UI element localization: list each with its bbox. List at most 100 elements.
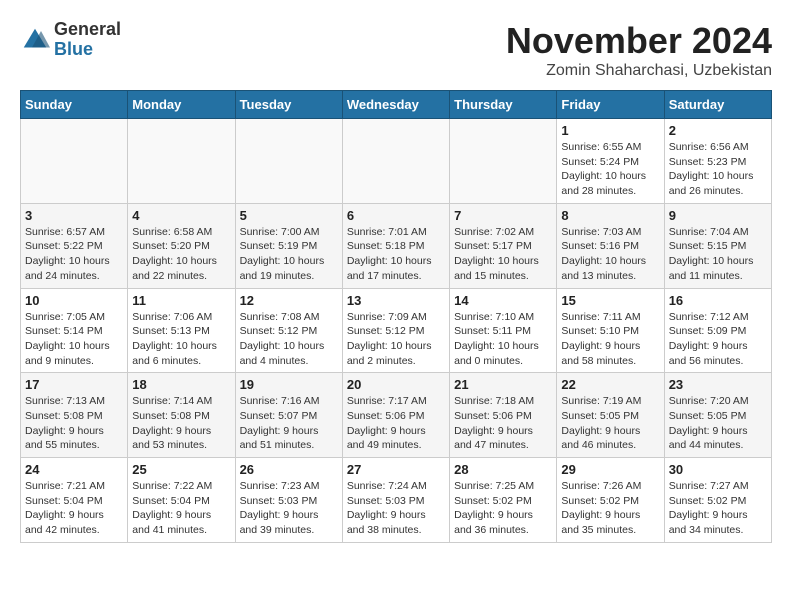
day-number: 2 <box>669 123 767 138</box>
day-info: Sunrise: 7:02 AM Sunset: 5:17 PM Dayligh… <box>454 225 552 284</box>
day-info: Sunrise: 7:20 AM Sunset: 5:05 PM Dayligh… <box>669 394 767 453</box>
calendar-cell: 18 Sunrise: 7:14 AM Sunset: 5:08 PM Dayli… <box>128 373 235 458</box>
calendar-week-row: 3Sunrise: 6:57 AM Sunset: 5:22 PM Daylig… <box>21 203 772 288</box>
day-info: Sunrise: 7:23 AM Sunset: 5:03 PM Dayligh… <box>240 479 338 538</box>
calendar-cell: 26 Sunrise: 7:23 AM Sunset: 5:03 PM Dayli… <box>235 458 342 543</box>
calendar-table: SundayMondayTuesdayWednesdayThursdayFrid… <box>20 90 772 543</box>
calendar-cell: 17Sunrise: 7:13 AM Sunset: 5:08 PM Dayli… <box>21 373 128 458</box>
calendar-cell: 19 Sunrise: 7:16 AM Sunset: 5:07 PM Dayli… <box>235 373 342 458</box>
day-info: Sunrise: 7:04 AM Sunset: 5:15 PM Dayligh… <box>669 225 767 284</box>
title-section: November 2024 Zomin Shaharchasi, Uzbekis… <box>506 20 772 80</box>
calendar-cell: 29 Sunrise: 7:26 AM Sunset: 5:02 PM Dayli… <box>557 458 664 543</box>
day-info: Sunrise: 7:03 AM Sunset: 5:16 PM Dayligh… <box>561 225 659 284</box>
day-info: Sunrise: 7:13 AM Sunset: 5:08 PM Dayligh… <box>25 394 123 453</box>
logo-text: General Blue <box>54 20 121 60</box>
weekday-header: Sunday <box>21 91 128 119</box>
calendar-week-row: 1 Sunrise: 6:55 AM Sunset: 5:24 PM Daylig… <box>21 119 772 204</box>
weekday-header: Tuesday <box>235 91 342 119</box>
weekday-header: Thursday <box>450 91 557 119</box>
day-number: 12 <box>240 293 338 308</box>
weekday-header: Friday <box>557 91 664 119</box>
day-info: Sunrise: 7:25 AM Sunset: 5:02 PM Dayligh… <box>454 479 552 538</box>
day-number: 23 <box>669 377 767 392</box>
calendar-cell: 3Sunrise: 6:57 AM Sunset: 5:22 PM Daylig… <box>21 203 128 288</box>
day-info: Sunrise: 6:55 AM Sunset: 5:24 PM Dayligh… <box>561 140 659 199</box>
day-number: 11 <box>132 293 230 308</box>
day-number: 28 <box>454 462 552 477</box>
day-number: 26 <box>240 462 338 477</box>
calendar-cell <box>342 119 449 204</box>
day-info: Sunrise: 7:19 AM Sunset: 5:05 PM Dayligh… <box>561 394 659 453</box>
calendar-cell: 9 Sunrise: 7:04 AM Sunset: 5:15 PM Daylig… <box>664 203 771 288</box>
calendar-cell: 25 Sunrise: 7:22 AM Sunset: 5:04 PM Dayli… <box>128 458 235 543</box>
calendar-cell: 27 Sunrise: 7:24 AM Sunset: 5:03 PM Dayli… <box>342 458 449 543</box>
day-info: Sunrise: 7:18 AM Sunset: 5:06 PM Dayligh… <box>454 394 552 453</box>
calendar-cell: 30 Sunrise: 7:27 AM Sunset: 5:02 PM Dayli… <box>664 458 771 543</box>
day-info: Sunrise: 7:01 AM Sunset: 5:18 PM Dayligh… <box>347 225 445 284</box>
day-info: Sunrise: 7:06 AM Sunset: 5:13 PM Dayligh… <box>132 310 230 369</box>
day-number: 21 <box>454 377 552 392</box>
day-number: 22 <box>561 377 659 392</box>
day-info: Sunrise: 7:10 AM Sunset: 5:11 PM Dayligh… <box>454 310 552 369</box>
calendar-week-row: 17Sunrise: 7:13 AM Sunset: 5:08 PM Dayli… <box>21 373 772 458</box>
header: General Blue November 2024 Zomin Shaharc… <box>20 20 772 80</box>
weekday-header: Wednesday <box>342 91 449 119</box>
calendar-header-row: SundayMondayTuesdayWednesdayThursdayFrid… <box>21 91 772 119</box>
calendar-cell: 12Sunrise: 7:08 AM Sunset: 5:12 PM Dayli… <box>235 288 342 373</box>
weekday-header: Monday <box>128 91 235 119</box>
logo-icon <box>20 25 50 55</box>
day-info: Sunrise: 7:14 AM Sunset: 5:08 PM Dayligh… <box>132 394 230 453</box>
calendar-cell: 11 Sunrise: 7:06 AM Sunset: 5:13 PM Dayli… <box>128 288 235 373</box>
day-info: Sunrise: 7:05 AM Sunset: 5:14 PM Dayligh… <box>25 310 123 369</box>
calendar-cell <box>21 119 128 204</box>
day-number: 5 <box>240 208 338 223</box>
calendar-cell: 8Sunrise: 7:03 AM Sunset: 5:16 PM Daylig… <box>557 203 664 288</box>
day-number: 4 <box>132 208 230 223</box>
day-number: 14 <box>454 293 552 308</box>
calendar-cell <box>235 119 342 204</box>
calendar-cell: 23 Sunrise: 7:20 AM Sunset: 5:05 PM Dayli… <box>664 373 771 458</box>
day-number: 24 <box>25 462 123 477</box>
day-number: 19 <box>240 377 338 392</box>
day-number: 13 <box>347 293 445 308</box>
day-number: 20 <box>347 377 445 392</box>
calendar-cell: 7 Sunrise: 7:02 AM Sunset: 5:17 PM Daylig… <box>450 203 557 288</box>
calendar-week-row: 10 Sunrise: 7:05 AM Sunset: 5:14 PM Dayli… <box>21 288 772 373</box>
calendar-cell: 1 Sunrise: 6:55 AM Sunset: 5:24 PM Daylig… <box>557 119 664 204</box>
day-number: 30 <box>669 462 767 477</box>
month-title: November 2024 <box>506 20 772 62</box>
day-number: 29 <box>561 462 659 477</box>
day-number: 7 <box>454 208 552 223</box>
day-number: 9 <box>669 208 767 223</box>
day-number: 6 <box>347 208 445 223</box>
day-number: 10 <box>25 293 123 308</box>
day-info: Sunrise: 7:22 AM Sunset: 5:04 PM Dayligh… <box>132 479 230 538</box>
day-number: 16 <box>669 293 767 308</box>
day-number: 3 <box>25 208 123 223</box>
day-info: Sunrise: 7:16 AM Sunset: 5:07 PM Dayligh… <box>240 394 338 453</box>
calendar-cell: 13 Sunrise: 7:09 AM Sunset: 5:12 PM Dayli… <box>342 288 449 373</box>
calendar-cell <box>128 119 235 204</box>
day-number: 18 <box>132 377 230 392</box>
calendar-cell: 16 Sunrise: 7:12 AM Sunset: 5:09 PM Dayli… <box>664 288 771 373</box>
calendar-cell: 14 Sunrise: 7:10 AM Sunset: 5:11 PM Dayli… <box>450 288 557 373</box>
day-number: 1 <box>561 123 659 138</box>
day-info: Sunrise: 6:58 AM Sunset: 5:20 PM Dayligh… <box>132 225 230 284</box>
calendar-week-row: 24 Sunrise: 7:21 AM Sunset: 5:04 PM Dayli… <box>21 458 772 543</box>
calendar-cell: 21 Sunrise: 7:18 AM Sunset: 5:06 PM Dayli… <box>450 373 557 458</box>
day-info: Sunrise: 7:21 AM Sunset: 5:04 PM Dayligh… <box>25 479 123 538</box>
day-info: Sunrise: 6:56 AM Sunset: 5:23 PM Dayligh… <box>669 140 767 199</box>
day-info: Sunrise: 7:17 AM Sunset: 5:06 PM Dayligh… <box>347 394 445 453</box>
day-info: Sunrise: 7:09 AM Sunset: 5:12 PM Dayligh… <box>347 310 445 369</box>
logo: General Blue <box>20 20 121 60</box>
calendar-cell: 10 Sunrise: 7:05 AM Sunset: 5:14 PM Dayli… <box>21 288 128 373</box>
day-info: Sunrise: 7:26 AM Sunset: 5:02 PM Dayligh… <box>561 479 659 538</box>
calendar-cell <box>450 119 557 204</box>
day-number: 25 <box>132 462 230 477</box>
day-info: Sunrise: 7:27 AM Sunset: 5:02 PM Dayligh… <box>669 479 767 538</box>
calendar-cell: 28 Sunrise: 7:25 AM Sunset: 5:02 PM Dayli… <box>450 458 557 543</box>
day-info: Sunrise: 7:12 AM Sunset: 5:09 PM Dayligh… <box>669 310 767 369</box>
day-info: Sunrise: 7:24 AM Sunset: 5:03 PM Dayligh… <box>347 479 445 538</box>
day-number: 27 <box>347 462 445 477</box>
calendar-cell: 5Sunrise: 7:00 AM Sunset: 5:19 PM Daylig… <box>235 203 342 288</box>
